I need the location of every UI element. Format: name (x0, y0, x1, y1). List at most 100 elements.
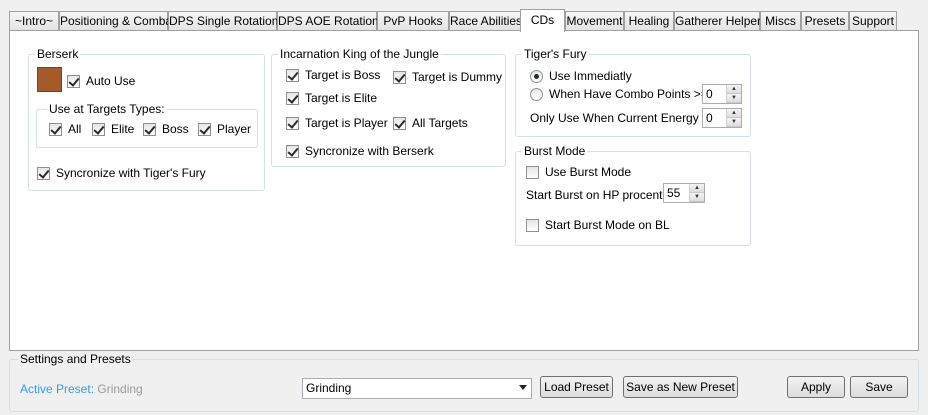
save-button[interactable]: Save (850, 376, 908, 398)
burst-on-bl-checkbox[interactable]: Start Burst Mode on BL (526, 218, 670, 232)
berserk-target-elite-label: Elite (111, 122, 135, 136)
energy-stepper[interactable]: 0 ▲ ▼ (702, 108, 742, 128)
settings-title: Settings and Presets (18, 352, 133, 366)
berserk-target-boss-label: Boss (162, 122, 189, 136)
radio-circle[interactable] (530, 69, 543, 83)
chevron-down-icon[interactable] (519, 385, 527, 390)
spin-up-icon[interactable]: ▲ (690, 184, 704, 193)
checkbox-box[interactable] (37, 166, 50, 180)
incarnation-all-targets-label: All Targets (412, 116, 468, 130)
incarnation-target-boss-label: Target is Boss (305, 68, 381, 82)
incarnation-target-elite-checkbox[interactable]: Target is Elite (286, 91, 377, 105)
use-immediately-radio[interactable]: Use Immediatly (530, 69, 632, 83)
incarnation-target-player-label: Target is Player (305, 116, 388, 130)
incarnation-target-dummy-label: Target is Dummy (412, 70, 503, 84)
spin-down-icon[interactable]: ▼ (690, 193, 704, 202)
berserk-sync-checkbox[interactable]: Syncronize with Tiger's Fury (37, 166, 206, 180)
checkbox-box[interactable] (286, 91, 299, 105)
spin-up-icon[interactable]: ▲ (727, 85, 741, 94)
apply-button[interactable]: Apply (787, 376, 845, 398)
target-types-title: Use at Targets Types: (47, 102, 167, 116)
combo-points-label: When Have Combo Points >= (549, 87, 708, 101)
incarnation-sync-checkbox[interactable]: Syncronize with Berserk (286, 144, 434, 158)
berserk-target-elite-checkbox[interactable]: Elite (92, 122, 134, 136)
radio-circle[interactable] (530, 87, 543, 101)
spin-buttons: ▲ ▼ (726, 85, 741, 103)
tab-strip: ~Intro~ Positioning & Combat DPS Single … (9, 9, 919, 32)
incarnation-target-player-checkbox[interactable]: Target is Player (286, 116, 388, 130)
checkbox-box[interactable] (286, 116, 299, 130)
tab-miscs[interactable]: Miscs (760, 11, 801, 31)
tab-movement[interactable]: Movement (565, 11, 624, 31)
checkbox-box[interactable] (393, 116, 406, 130)
berserk-target-boss-checkbox[interactable]: Boss (143, 122, 189, 136)
combo-points-value[interactable]: 0 (703, 85, 726, 103)
burst-hp-value[interactable]: 55 (664, 184, 689, 202)
tab-presets[interactable]: Presets (801, 11, 849, 31)
tigers-fury-title: Tiger's Fury (522, 47, 589, 61)
berserk-auto-use-label: Auto Use (86, 74, 136, 88)
tab-support[interactable]: Support (849, 11, 897, 31)
tab-cds[interactable]: CDs (520, 9, 565, 32)
energy-label: Only Use When Current Energy <= (530, 111, 717, 125)
tab-dps-aoe-rotation[interactable]: DPS AOE Rotation (277, 11, 379, 31)
burst-on-bl-label: Start Burst Mode on BL (545, 218, 670, 232)
cds-tab-page: Berserk Auto Use Use at Targets Types: A… (9, 30, 919, 351)
burst-mode-title: Burst Mode (522, 144, 588, 158)
combo-points-radio[interactable]: When Have Combo Points >= (530, 87, 708, 101)
berserk-auto-use-checkbox[interactable]: Auto Use (67, 74, 135, 88)
berserk-target-player-checkbox[interactable]: Player (198, 122, 251, 136)
checkbox-box[interactable] (67, 74, 80, 88)
incarnation-all-targets-checkbox[interactable]: All Targets (393, 116, 468, 130)
energy-value[interactable]: 0 (703, 109, 726, 127)
berserk-group: Berserk Auto Use Use at Targets Types: A… (28, 47, 265, 191)
checkbox-box[interactable] (526, 165, 539, 179)
spin-up-icon[interactable]: ▲ (727, 109, 741, 118)
berserk-target-player-label: Player (217, 122, 252, 136)
tab-healing[interactable]: Healing (624, 11, 674, 31)
spin-buttons: ▲ ▼ (726, 109, 741, 127)
burst-hp-stepper[interactable]: 55 ▲ ▼ (663, 183, 705, 203)
checkbox-box[interactable] (526, 218, 539, 232)
use-burst-mode-label: Use Burst Mode (545, 165, 632, 179)
incarnation-title: Incarnation King of the Jungle (278, 47, 441, 61)
preset-select-value: Grinding (306, 381, 352, 395)
checkbox-box[interactable] (286, 68, 299, 82)
tigers-fury-group: Tiger's Fury Use Immediatly When Have Co… (515, 47, 751, 137)
berserk-color-swatch[interactable] (37, 67, 62, 92)
burst-hp-label: Start Burst on HP procent (526, 188, 663, 202)
incarnation-target-elite-label: Target is Elite (305, 91, 378, 105)
tab-intro[interactable]: ~Intro~ (9, 11, 59, 31)
checkbox-box[interactable] (393, 70, 406, 84)
checkbox-box[interactable] (143, 122, 156, 136)
burst-mode-group: Burst Mode Use Burst Mode Start Burst on… (515, 144, 751, 246)
active-preset-row: Active Preset: Grinding (20, 382, 143, 396)
checkbox-box[interactable] (286, 144, 299, 158)
settings-presets-group: Settings and Presets Active Preset: Grin… (9, 352, 919, 412)
target-types-group: Use at Targets Types: All Elite Boss Pla… (36, 102, 258, 148)
tab-dps-single-rotation[interactable]: DPS Single Rotation (168, 11, 278, 31)
save-new-preset-button[interactable]: Save as New Preset (623, 376, 738, 398)
use-burst-mode-checkbox[interactable]: Use Burst Mode (526, 165, 631, 179)
spin-down-icon[interactable]: ▼ (727, 94, 741, 103)
berserk-title: Berserk (35, 47, 81, 61)
spin-down-icon[interactable]: ▼ (727, 118, 741, 127)
incarnation-target-boss-checkbox[interactable]: Target is Boss (286, 68, 380, 82)
combo-points-stepper[interactable]: 0 ▲ ▼ (702, 84, 742, 104)
incarnation-target-dummy-checkbox[interactable]: Target is Dummy (393, 70, 502, 84)
spin-buttons: ▲ ▼ (689, 184, 704, 202)
checkbox-box[interactable] (198, 122, 211, 136)
checkbox-box[interactable] (49, 122, 62, 136)
preset-select[interactable]: Grinding (302, 378, 532, 399)
tab-positioning-combat[interactable]: Positioning & Combat (59, 11, 175, 31)
incarnation-group: Incarnation King of the Jungle Target is… (271, 47, 506, 167)
tab-gatherer-helper[interactable]: Gatherer Helper (674, 11, 761, 31)
tab-race-abilities[interactable]: Race Abilities (449, 11, 522, 31)
incarnation-sync-label: Syncronize with Berserk (305, 144, 434, 158)
berserk-target-all-checkbox[interactable]: All (49, 122, 81, 136)
checkbox-box[interactable] (92, 122, 105, 136)
use-immediately-label: Use Immediatly (549, 69, 632, 83)
load-preset-button[interactable]: Load Preset (540, 376, 613, 398)
tab-pvp-hooks[interactable]: PvP Hooks (377, 11, 449, 31)
active-preset-value: Grinding (97, 382, 143, 396)
